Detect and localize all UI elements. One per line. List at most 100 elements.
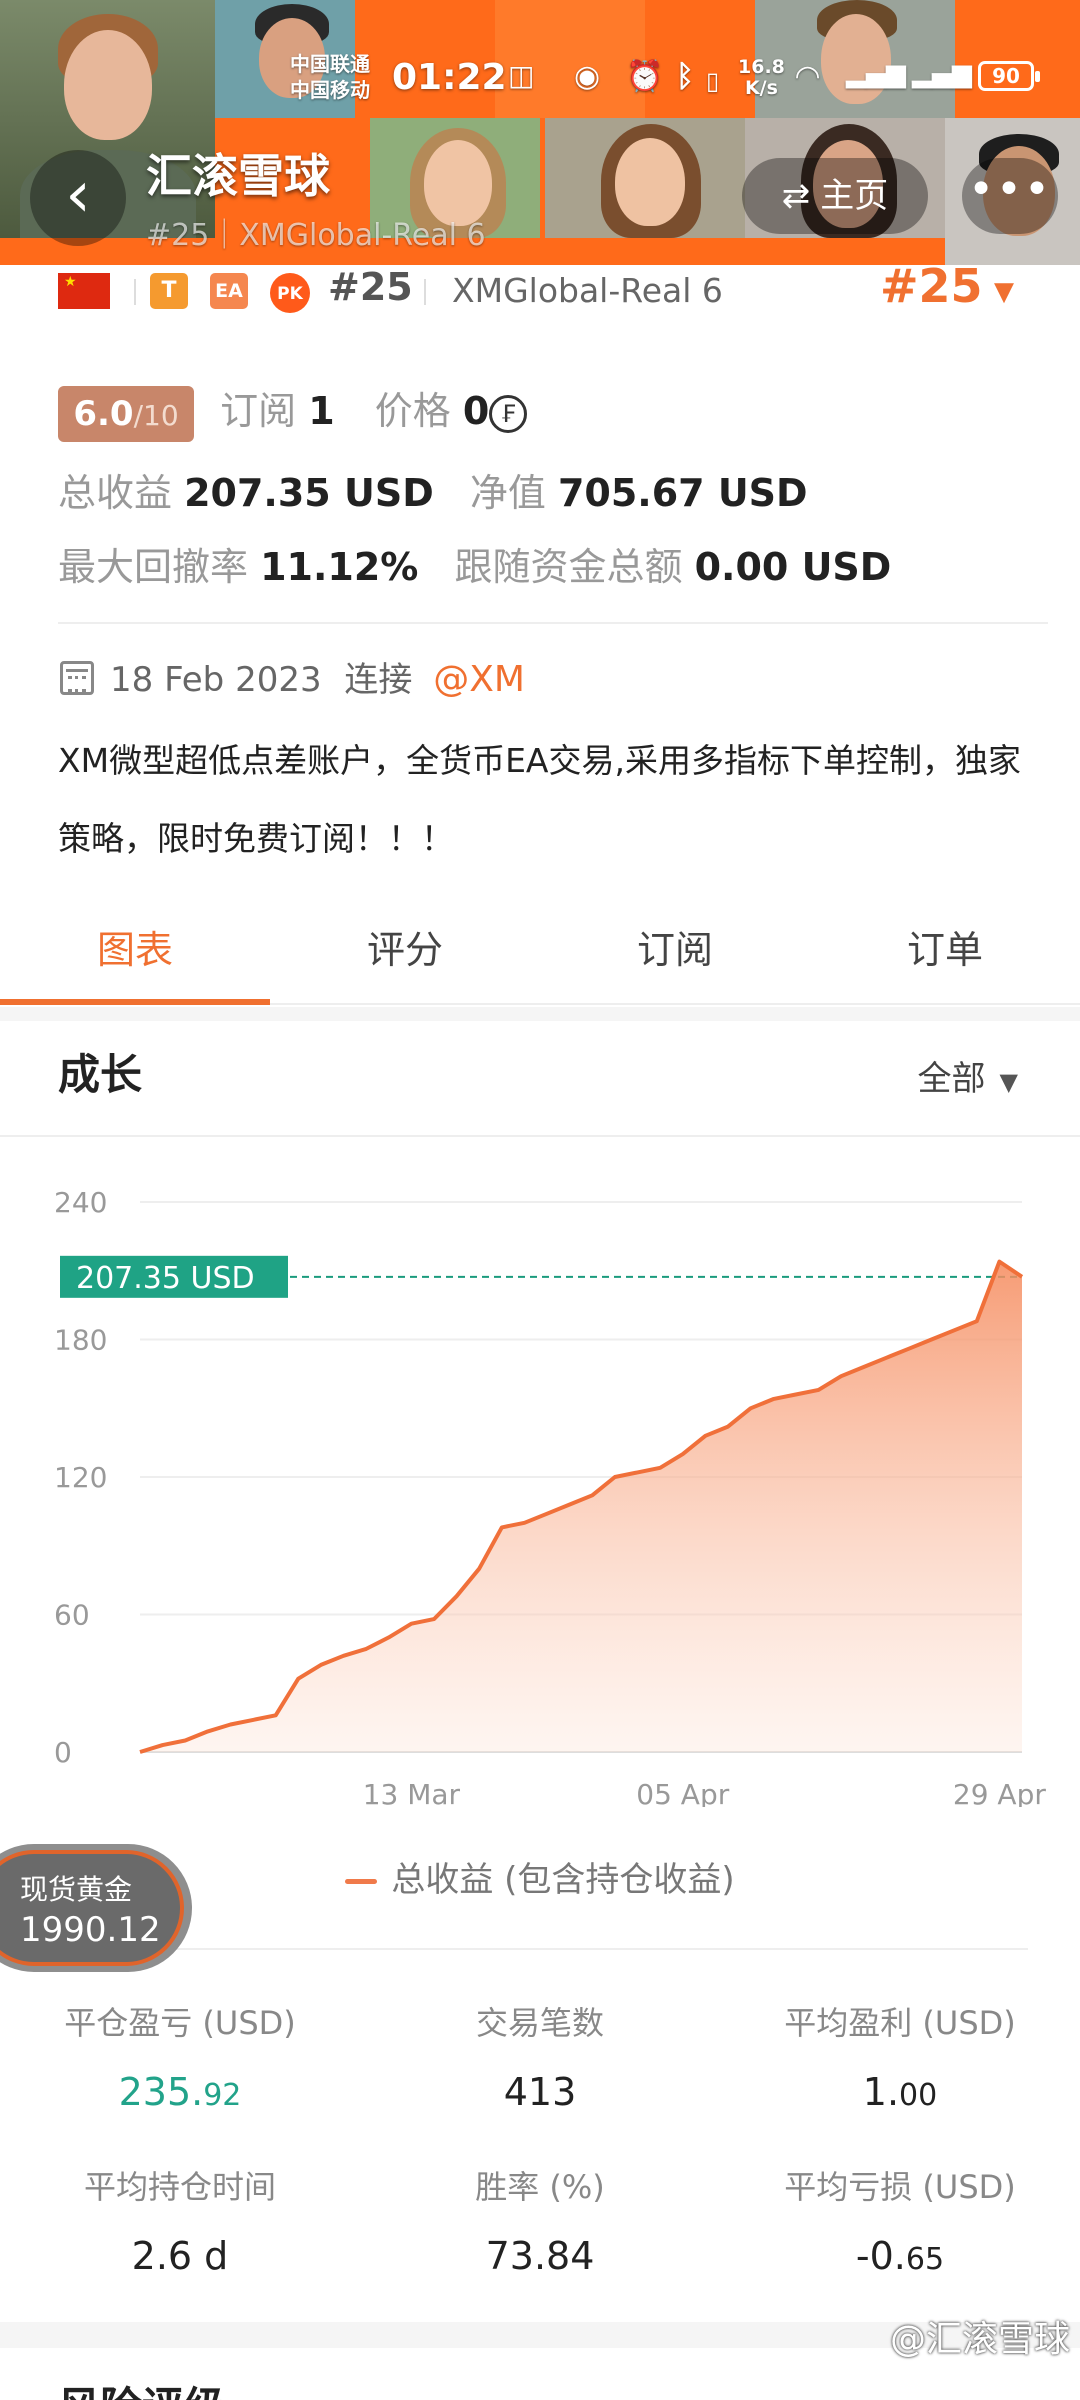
divider	[424, 279, 426, 305]
risk-section-title: 风险评级	[58, 2374, 226, 2400]
header-subtitle: #25｜XMGlobal-Real 6	[146, 218, 486, 253]
metric-avg-hold-time: 平均持仓时间 2.6 d	[0, 2162, 360, 2278]
metric-value-main: -0.	[855, 2234, 906, 2278]
section-gap	[0, 1007, 1080, 1021]
eye-icon: ◉	[574, 59, 601, 94]
metric-value: 73.84	[360, 2234, 720, 2278]
metric-label: 平均亏损 (USD)	[784, 2168, 1016, 2206]
max-drawdown-value: 11.12%	[260, 545, 419, 589]
coin-icon: ₣	[489, 394, 528, 433]
x-tick-label: 29 Apr	[953, 1778, 1046, 1807]
divider	[58, 622, 1048, 624]
badge-ea: EA	[210, 273, 248, 309]
growth-chart[interactable]: 0 60 120 180 240 207.35 USD 13 Mar 05 Apr 29 Apr	[0, 1137, 1080, 1807]
metric-value-main: 2.6 d	[131, 2234, 229, 2278]
metric-value-main: 413	[503, 2070, 577, 2114]
home-button[interactable]: ⇄ 主页	[742, 158, 928, 234]
gold-label: 现货黄金	[20, 1873, 133, 1906]
calendar-icon	[60, 661, 94, 695]
total-profit-label: 总收益	[58, 471, 173, 515]
score-value: 6.0	[73, 393, 134, 434]
server-name: XMGlobal-Real 6	[452, 271, 723, 310]
x-tick-label: 05 Apr	[636, 1778, 729, 1807]
pk-fire-icon[interactable]: PK	[270, 273, 310, 313]
net-value-value: 705.67 USD	[557, 471, 808, 515]
metrics-grid: 平仓盈亏 (USD) 235.92 交易笔数 413 平均盈利 (USD) 1.…	[0, 1990, 1080, 2290]
score-max: /10	[133, 398, 179, 432]
growth-section-header: 成长 全部 ▼	[0, 1021, 1080, 1137]
app-title: 汇滚雪球	[146, 149, 330, 203]
clock: 01:22	[392, 57, 507, 98]
y-tick-label: 60	[54, 1599, 90, 1632]
stats-line-3: 最大回撤率 11.12% 跟随资金总额 0.00 USD	[58, 536, 891, 591]
back-button[interactable]: ‹	[30, 150, 126, 246]
divider	[58, 1948, 1028, 1950]
metric-value-main: 73.84	[485, 2234, 595, 2278]
total-profit-value: 207.35 USD	[184, 471, 434, 515]
follow-funds-label: 跟随资金总额	[454, 545, 683, 589]
metric-avg-loss: 平均亏损 (USD) -0.65	[720, 2162, 1080, 2278]
metric-value: 2.6 d	[0, 2234, 360, 2278]
net-speed: 16.8 K/s	[738, 57, 785, 99]
signal-2-icon: ▂▄▆	[912, 59, 972, 89]
gold-value: 1990.12	[20, 1910, 161, 1950]
metric-value: 1.00	[720, 2070, 1080, 2114]
tab-rating[interactable]: 评分	[270, 905, 540, 1005]
rank-inline: #25	[328, 265, 413, 309]
y-tick-label: 120	[54, 1461, 107, 1494]
range-filter-label: 全部	[917, 1059, 986, 1099]
metric-value: 413	[360, 2070, 720, 2114]
divider	[134, 279, 136, 305]
wifi-icon: ◠	[796, 59, 820, 94]
tab-subscribe[interactable]: 订阅	[540, 905, 810, 1005]
metric-label: 平仓盈亏 (USD)	[64, 2004, 296, 2042]
account-row: ★ T EA PK #25 XMGlobal-Real 6 #25 ▼	[0, 259, 1080, 335]
china-flag-icon: ★	[58, 273, 110, 309]
broker-link[interactable]: @XM	[433, 659, 525, 700]
metric-label: 胜率 (%)	[475, 2168, 605, 2206]
caret-down-icon: ▼	[999, 1068, 1018, 1096]
more-button[interactable]: •••	[962, 158, 1058, 234]
y-tick-label: 240	[54, 1186, 107, 1219]
metric-win-rate: 胜率 (%) 73.84	[360, 2162, 720, 2278]
metric-value: -0.65	[720, 2234, 1080, 2278]
carrier-labels: 中国联通 中国移动	[290, 51, 370, 103]
score-badge: 6.0/10	[58, 385, 194, 442]
battery-saver-icon: ▯	[706, 67, 720, 95]
profile-banner: 中国联通 中国移动 01:22 ◫ ◉ ⏰ ᛒ ▯ 16.8 K/s ◠ ▂▄▆…	[0, 0, 1080, 265]
range-filter-dropdown[interactable]: 全部 ▼	[918, 1051, 1018, 1100]
carrier-1: 中国联通	[290, 52, 370, 76]
subscribe-count: 1	[308, 389, 335, 433]
price-value: 0	[462, 389, 490, 433]
legend-swatch	[345, 1879, 378, 1884]
stats-line-2: 总收益 207.35 USD 净值 705.67 USD	[58, 462, 808, 517]
subscribe-label: 订阅	[220, 389, 297, 433]
y-tick-label: 0	[54, 1736, 72, 1769]
net-speed-value: 16.8	[738, 56, 785, 78]
carrier-2: 中国移动	[290, 78, 370, 102]
app-notification-icon: ◫	[508, 59, 535, 92]
connect-date-row: 18 Feb 2023 连接 @XM	[60, 652, 525, 701]
current-value-text: 207.35 USD	[76, 1261, 255, 1296]
gold-price-inner: 现货黄金 1990.12	[0, 1850, 184, 1966]
rank-big[interactable]: #25	[880, 259, 983, 313]
caret-down-icon[interactable]: ▼	[994, 277, 1014, 307]
tab-orders[interactable]: 订单	[810, 905, 1080, 1005]
metric-value: 235.92	[0, 2070, 360, 2114]
battery-icon: 90	[978, 61, 1040, 91]
metric-value-decimal: 00	[899, 2078, 938, 2113]
swap-icon: ⇄	[781, 176, 811, 216]
alarm-icon: ⏰	[626, 59, 664, 94]
y-tick-label: 180	[54, 1324, 107, 1357]
watermark: @汇滚雪球	[889, 2319, 1070, 2360]
tab-chart[interactable]: 图表	[0, 905, 270, 1005]
area-layer	[139, 1259, 1024, 1754]
connect-label: 连接	[344, 660, 413, 700]
gold-price-widget[interactable]: 现货黄金 1990.12	[0, 1844, 192, 1972]
status-bar: 中国联通 中国移动 01:22 ◫ ◉ ⏰ ᛒ ▯ 16.8 K/s ◠ ▂▄▆…	[0, 45, 1080, 115]
bluetooth-icon: ᛒ	[676, 59, 694, 94]
connect-date: 18 Feb 2023	[110, 660, 322, 700]
signal-1-icon: ▂▄▆	[846, 59, 906, 89]
metric-value-main: 1.	[862, 2070, 900, 2114]
metric-value-decimal: 65	[905, 2242, 945, 2277]
